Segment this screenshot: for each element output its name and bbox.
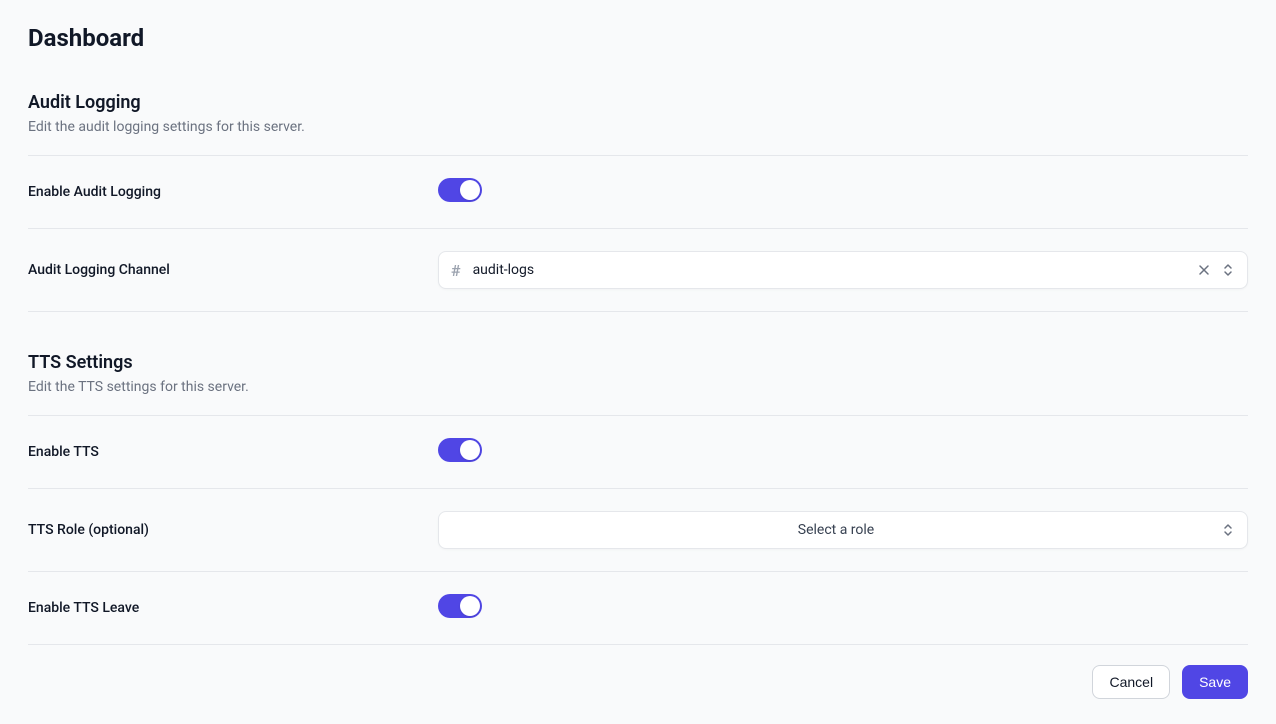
section-desc-tts: Edit the TTS settings for this server.: [28, 379, 1248, 395]
setting-control: [438, 178, 1248, 206]
hash-icon: #: [451, 261, 461, 280]
chevron-up-down-icon: [1221, 523, 1235, 537]
setting-row-tts-role: TTS Role (optional) Select a role: [28, 489, 1248, 572]
toggle-enable-audit-logging[interactable]: [438, 178, 482, 202]
actions-row: Cancel Save: [28, 665, 1248, 699]
clear-icon[interactable]: [1191, 263, 1217, 277]
setting-row-enable-tts: Enable TTS: [28, 416, 1248, 489]
channel-select-value: audit-logs: [473, 262, 1191, 278]
setting-control: [438, 594, 1248, 622]
save-button[interactable]: Save: [1182, 665, 1248, 699]
setting-control: Select a role: [438, 511, 1248, 549]
setting-row-enable-tts-leave: Enable TTS Leave: [28, 572, 1248, 645]
toggle-enable-tts-leave[interactable]: [438, 594, 482, 618]
setting-label: TTS Role (optional): [28, 522, 438, 538]
setting-label: Audit Logging Channel: [28, 262, 438, 278]
setting-row-enable-audit-logging: Enable Audit Logging: [28, 156, 1248, 229]
toggle-enable-tts[interactable]: [438, 438, 482, 462]
role-select[interactable]: Select a role: [438, 511, 1248, 549]
cancel-button[interactable]: Cancel: [1092, 665, 1170, 699]
section-desc-audit-logging: Edit the audit logging settings for this…: [28, 119, 1248, 135]
setting-label: Enable Audit Logging: [28, 184, 438, 200]
section-title-audit-logging: Audit Logging: [28, 92, 1248, 113]
section-title-tts: TTS Settings: [28, 352, 1248, 373]
page-title: Dashboard: [28, 24, 1248, 52]
setting-label: Enable TTS Leave: [28, 600, 438, 616]
role-select-placeholder: Select a role: [798, 522, 874, 538]
setting-label: Enable TTS: [28, 444, 438, 460]
setting-control: [438, 438, 1248, 466]
setting-control: # audit-logs: [438, 251, 1248, 289]
setting-row-audit-logging-channel: Audit Logging Channel # audit-logs: [28, 229, 1248, 312]
chevron-up-down-icon: [1221, 263, 1235, 277]
channel-select[interactable]: # audit-logs: [438, 251, 1248, 289]
